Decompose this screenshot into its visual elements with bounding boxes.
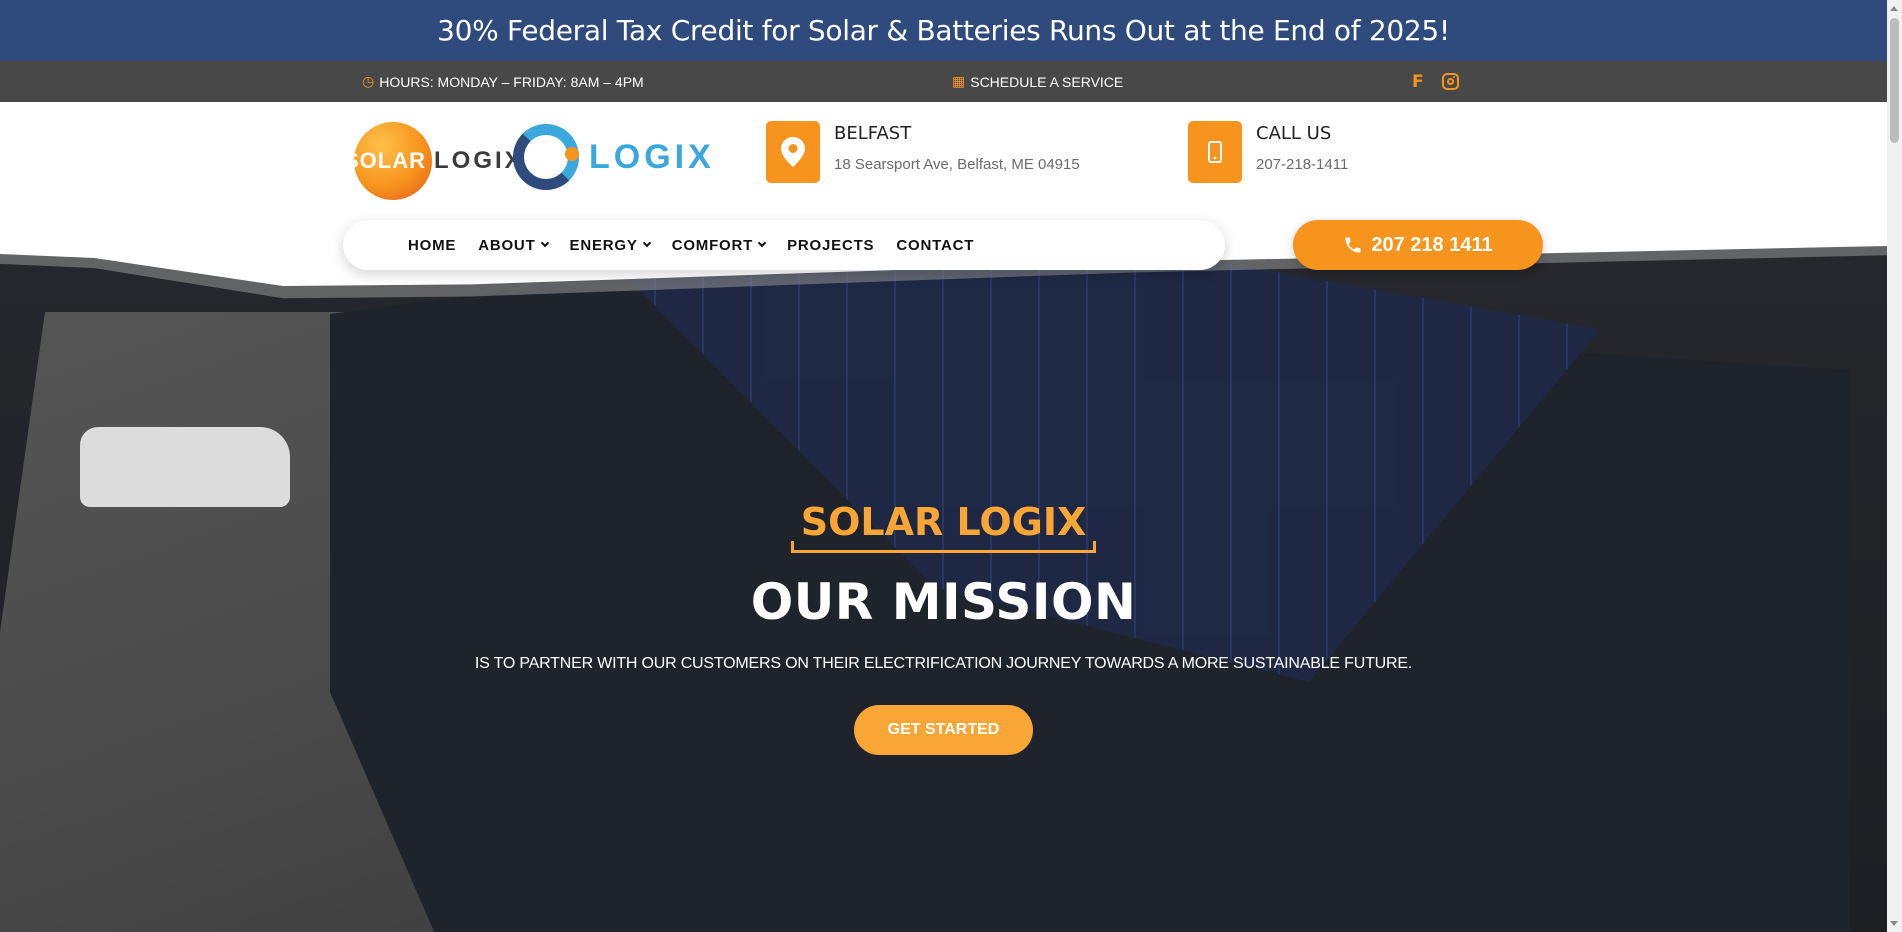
call-button-label[interactable]: 207 218 1411 [1371, 234, 1492, 257]
nav-contact[interactable]: CONTACT [896, 237, 974, 254]
clock-icon: ◷ [362, 73, 375, 89]
nav-projects-label[interactable]: PROJECTS [787, 237, 874, 254]
main-nav: HOME ABOUT ENERGY COMFORT PROJECTS CONTA… [343, 220, 1225, 270]
nav-projects[interactable]: PROJECTS [787, 237, 874, 254]
schedule-service-link[interactable]: ▦ SCHEDULE A SERVICE [952, 61, 1123, 102]
hero-headline: OUR MISSION [750, 573, 1137, 631]
scroll-thumb[interactable] [1890, 18, 1899, 143]
chevron-down-icon [642, 238, 651, 248]
logix-ring-icon [513, 124, 579, 190]
call-title: CALL US [1256, 123, 1332, 144]
hero-eyebrow: SOLAR LOGIX [790, 500, 1097, 553]
page-scrollbar[interactable] [1887, 0, 1902, 932]
instagram-icon[interactable] [1441, 73, 1459, 90]
chevron-down-icon [757, 238, 767, 248]
logix-logo-text: LOGIX [589, 137, 715, 176]
hero-subline: IS TO PARTNER WITH OUR CUSTOMERS ON THEI… [474, 655, 1413, 672]
promo-banner[interactable]: 30% Federal Tax Credit for Solar & Batte… [0, 0, 1887, 61]
nav-energy[interactable]: ENERGY [570, 237, 651, 254]
phone-icon [1345, 237, 1361, 253]
hours-info: ◷ HOURS: MONDAY – FRIDAY: 8AM – 4PM [362, 61, 644, 102]
hours-text: HOURS: MONDAY – FRIDAY: 8AM – 4PM [379, 73, 644, 90]
chevron-down-icon [540, 238, 549, 248]
nav-home[interactable]: HOME [408, 237, 456, 254]
calendar-icon: ▦ [952, 73, 966, 89]
nav-comfort[interactable]: COMFORT [672, 237, 767, 254]
mobile-phone-icon [1188, 121, 1242, 183]
site-header: SOLAR LOGIX LOGIX BELFAST 18 Searsport A… [0, 102, 1887, 232]
top-info-bar: ◷ HOURS: MONDAY – FRIDAY: 8AM – 4PM ▦ SC… [0, 61, 1887, 102]
nav-comfort-label[interactable]: COMFORT [672, 237, 753, 254]
sun-logo-mark: SOLAR [344, 122, 432, 200]
pickup-truck [80, 427, 290, 507]
facebook-icon[interactable]: f [1412, 72, 1424, 92]
logix-logo[interactable]: LOGIX [513, 124, 715, 190]
scroll-up-arrow-icon[interactable] [1890, 6, 1898, 11]
logo-logix-text: LOGIX [434, 147, 524, 174]
nav-energy-label[interactable]: ENERGY [570, 237, 638, 254]
scroll-down-arrow-icon[interactable] [1890, 921, 1898, 926]
call-button[interactable]: 207 218 1411 [1293, 220, 1543, 270]
get-started-button[interactable]: GET STARTED [853, 705, 1034, 755]
schedule-text[interactable]: SCHEDULE A SERVICE [970, 74, 1123, 90]
location-address: 18 Searsport Ave, Belfast, ME 04915 [834, 156, 1080, 173]
solar-logix-logo[interactable]: SOLAR LOGIX [344, 122, 524, 200]
location-block: BELFAST 18 Searsport Ave, Belfast, ME 04… [766, 121, 1080, 183]
social-links: f [1412, 61, 1459, 102]
call-number[interactable]: 207-218-1411 [1256, 156, 1348, 173]
call-block: CALL US 207-218-1411 [1188, 121, 1348, 183]
location-title: BELFAST [834, 123, 912, 144]
promo-text[interactable]: 30% Federal Tax Credit for Solar & Batte… [437, 14, 1450, 47]
logo-solar-text: SOLAR [344, 148, 426, 173]
nav-about-label[interactable]: ABOUT [478, 237, 535, 254]
hero-content: SOLAR LOGIX OUR MISSION IS TO PARTNER WI… [0, 500, 1887, 755]
nav-home-label[interactable]: HOME [408, 237, 456, 254]
nav-contact-label[interactable]: CONTACT [896, 237, 974, 254]
nav-about[interactable]: ABOUT [478, 237, 549, 254]
map-pin-icon [766, 121, 820, 183]
